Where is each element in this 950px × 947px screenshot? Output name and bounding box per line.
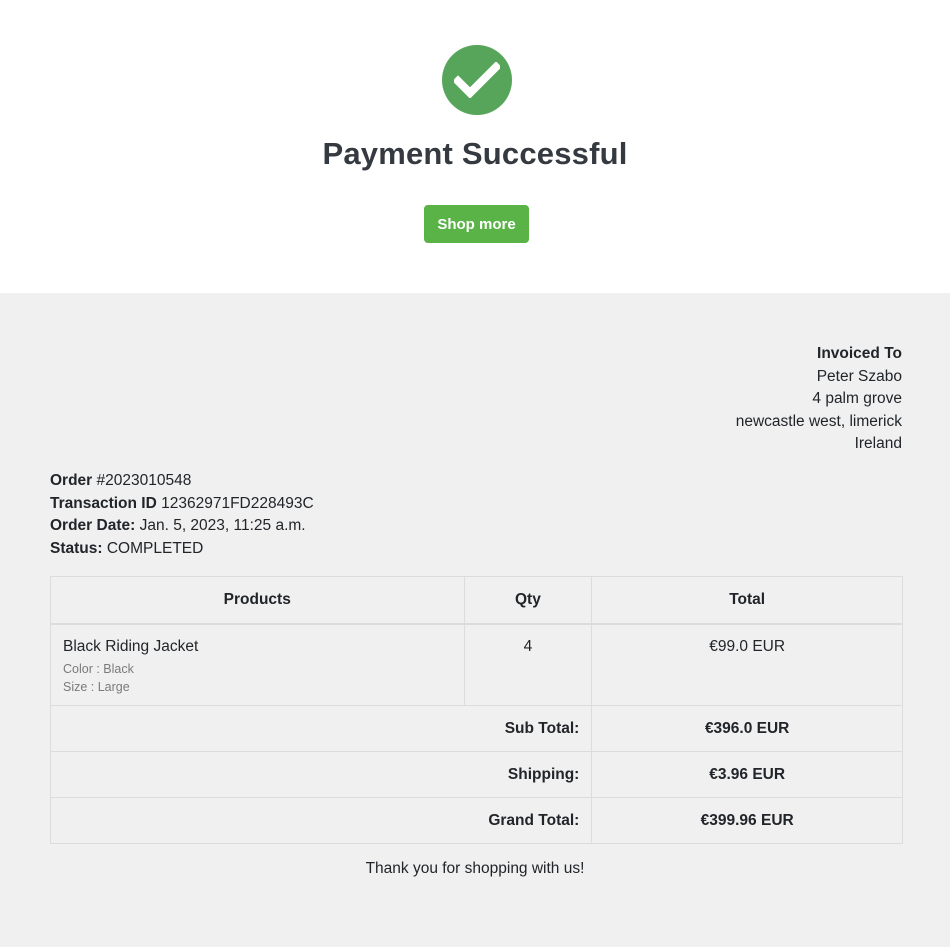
order-number: #2023010548 — [96, 472, 192, 489]
invoiced-to-heading: Invoiced To — [817, 345, 902, 362]
product-color: Color : Black — [63, 661, 134, 676]
shipping-value: €3.96 EUR — [591, 751, 903, 798]
shipping-label: Shipping: — [49, 751, 593, 798]
sub-total-row: Sub Total: €396.0 EUR — [49, 705, 903, 752]
invoiced-to-block: Invoiced To Peter Szabo 4 palm grove new… — [736, 343, 902, 456]
invoice-section: Invoiced To Peter Szabo 4 palm grove new… — [0, 293, 950, 947]
order-date: Jan. 5, 2023, 11:25 a.m. — [139, 517, 306, 534]
checkmark-icon — [454, 62, 500, 98]
product-size: Size : Large — [63, 679, 130, 694]
grand-total-value: €399.96 EUR — [591, 797, 903, 844]
order-details: Order #2023010548 Transaction ID 1236297… — [50, 470, 314, 560]
shop-more-button[interactable]: Shop more — [424, 205, 529, 243]
customer-name: Peter Szabo — [816, 367, 902, 385]
status-row: Status: COMPLETED — [50, 538, 314, 561]
product-cell: Black Riding Jacket Color : Black Size :… — [50, 623, 465, 706]
status-label: Status: — [50, 539, 103, 557]
grand-total-row: Grand Total: €399.96 EUR — [49, 797, 903, 844]
shipping-row: Shipping: €3.96 EUR — [49, 751, 903, 798]
order-items-table: Products Qty Total Black Riding Jacket C… — [49, 576, 903, 844]
product-qty: 4 — [463, 623, 593, 706]
sub-total-label: Sub Total: — [49, 705, 593, 752]
status-value: COMPLETED — [106, 539, 204, 557]
page-title: Payment Successful — [322, 136, 628, 171]
table-row: Black Riding Jacket Color : Black Size :… — [50, 623, 903, 706]
product-total: €99.0 EUR — [591, 623, 903, 706]
address-country: Ireland — [854, 435, 902, 452]
transaction-label: Transaction ID — [50, 494, 157, 512]
transaction-row: Transaction ID 12362971FD228493C — [50, 493, 314, 516]
qty-header: Qty — [463, 576, 593, 625]
table-header-row: Products Qty Total — [50, 576, 903, 625]
order-date-row: Order Date: Jan. 5, 2023, 11:25 a.m. — [50, 515, 314, 538]
address-line-1: 4 palm grove — [812, 390, 902, 407]
sub-total-value: €396.0 EUR — [591, 705, 903, 752]
success-header: Payment Successful Shop more — [0, 0, 950, 293]
product-name: Black Riding Jacket — [63, 637, 199, 655]
grand-total-label: Grand Total: — [49, 797, 593, 844]
total-header: Total — [591, 576, 903, 625]
products-header: Products — [50, 576, 465, 625]
transaction-id: 12362971FD228493C — [161, 494, 314, 512]
order-number-row: Order #2023010548 — [50, 470, 314, 493]
order-label: Order — [50, 472, 93, 489]
check-circle-icon — [442, 45, 512, 115]
address-line-2: newcastle west, limerick — [735, 412, 902, 430]
order-date-label: Order Date: — [50, 517, 136, 534]
thank-you-message: Thank you for shopping with us! — [365, 860, 585, 877]
